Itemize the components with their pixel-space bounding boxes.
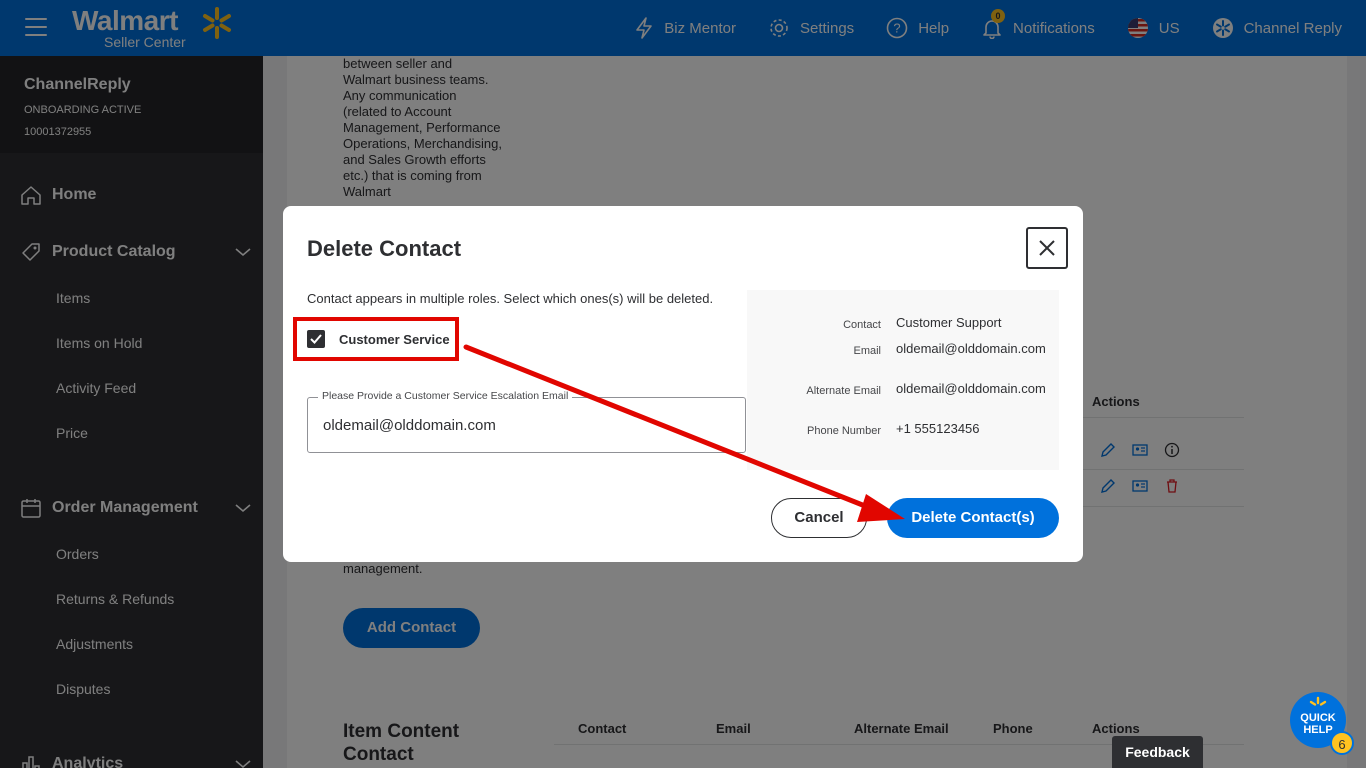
email-key: Email <box>853 345 881 357</box>
dialog-message: Contact appears in multiple roles. Selec… <box>307 291 714 306</box>
cancel-button[interactable]: Cancel <box>771 498 867 538</box>
email-value: oldemail@olddomain.com <box>896 341 1046 356</box>
quick-help-badge: 6 <box>1330 731 1354 755</box>
dialog-title: Delete Contact <box>307 236 462 261</box>
contact-key: Contact <box>843 319 881 331</box>
customer-service-checkbox[interactable] <box>307 330 325 348</box>
delete-contact-dialog: Delete Contact Contact appears in multip… <box>283 206 1083 562</box>
escalation-email-label: Please Provide a Customer Service Escala… <box>318 390 573 402</box>
close-button[interactable] <box>1026 227 1068 269</box>
escalation-email-input[interactable] <box>323 417 733 434</box>
close-icon <box>1039 240 1055 256</box>
phone-key: Phone Number <box>807 425 881 437</box>
checkmark-icon <box>310 334 322 344</box>
contact-value: Customer Support <box>896 315 1002 330</box>
delete-contacts-button[interactable]: Delete Contact(s) <box>887 498 1059 538</box>
customer-service-checkbox-row[interactable]: Customer Service <box>293 317 459 361</box>
phone-value: +1 555123456 <box>896 421 980 436</box>
quick-help-label-1: QUICK <box>1300 712 1336 724</box>
alternate-email-value: oldemail@olddomain.com <box>896 381 1046 396</box>
alternate-email-key: Alternate Email <box>806 385 881 397</box>
escalation-email-field[interactable]: Please Provide a Customer Service Escala… <box>307 390 746 453</box>
customer-service-label: Customer Service <box>339 331 450 347</box>
feedback-button[interactable]: Feedback <box>1112 736 1203 768</box>
contact-info-panel: Contact Customer Support Email oldemail@… <box>747 290 1059 470</box>
